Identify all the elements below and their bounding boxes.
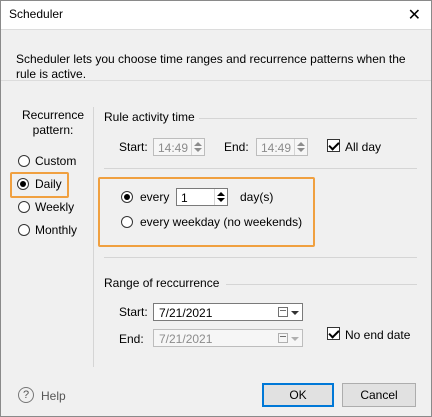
spin-down-icon[interactable]	[217, 198, 225, 202]
radio-every-weekday[interactable]	[121, 216, 133, 228]
rule-activity-divider	[199, 118, 417, 119]
no-end-date-checkbox[interactable]	[327, 327, 340, 340]
radio-monthly-label[interactable]: Monthly	[35, 223, 77, 237]
spin-up-icon[interactable]	[297, 142, 305, 146]
range-start-label: Start:	[119, 305, 148, 319]
rule-start-spinner[interactable]	[191, 139, 204, 155]
spin-down-icon[interactable]	[194, 148, 202, 152]
range-end-value: 7/21/2021	[159, 332, 213, 346]
range-divider	[226, 284, 417, 285]
rule-section-divider	[104, 168, 417, 169]
radio-custom-label[interactable]: Custom	[35, 154, 76, 168]
vertical-divider	[93, 107, 94, 367]
radio-monthly[interactable]	[18, 224, 30, 236]
rule-activity-heading: Rule activity time	[104, 110, 195, 124]
radio-daily[interactable]	[17, 178, 29, 190]
calendar-icon[interactable]	[278, 307, 288, 317]
rule-end-value: 14:49	[261, 141, 292, 155]
range-heading: Range of reccurrence	[104, 276, 220, 290]
rule-end-spinner[interactable]	[294, 139, 307, 155]
every-weekday-label[interactable]: every weekday (no weekends)	[140, 215, 302, 229]
every-days-spinner[interactable]	[214, 189, 227, 205]
calendar-icon[interactable]	[278, 333, 288, 343]
dialog-title: Scheduler	[9, 7, 64, 21]
rule-start-time[interactable]: 14:49	[153, 138, 205, 156]
spin-up-icon[interactable]	[194, 142, 202, 146]
rule-end-time[interactable]: 14:49	[256, 138, 308, 156]
cancel-button[interactable]: Cancel	[342, 383, 416, 407]
close-icon[interactable]: ✕	[408, 5, 421, 25]
every-days-value: 1	[181, 191, 188, 205]
ok-button[interactable]: OK	[262, 383, 334, 407]
daily-section-divider	[104, 257, 417, 258]
spin-up-icon[interactable]	[217, 192, 225, 196]
spin-down-icon[interactable]	[297, 148, 305, 152]
radio-custom[interactable]	[18, 155, 30, 167]
range-end-date[interactable]: 7/21/2021	[153, 329, 303, 347]
all-day-checkbox[interactable]	[327, 139, 340, 152]
chevron-down-icon[interactable]	[291, 311, 299, 315]
chevron-down-icon[interactable]	[291, 337, 299, 341]
rule-end-label: End:	[224, 140, 249, 154]
range-start-date[interactable]: 7/21/2021	[153, 303, 303, 321]
days-unit-label: day(s)	[240, 190, 274, 204]
title-bar: Scheduler ✕	[1, 1, 431, 29]
every-label[interactable]: every	[140, 190, 169, 204]
radio-daily-label[interactable]: Daily	[35, 177, 62, 191]
every-days-input[interactable]: 1	[176, 188, 228, 206]
scheduler-dialog: Scheduler ✕ Scheduler lets you choose ti…	[0, 0, 432, 417]
no-end-date-label[interactable]: No end date	[345, 328, 410, 342]
help-label[interactable]: Help	[41, 389, 66, 403]
radio-every-days[interactable]	[121, 191, 133, 203]
radio-weekly-label[interactable]: Weekly	[35, 200, 74, 214]
recurrence-label: Recurrence pattern:	[21, 108, 85, 137]
range-end-label: End:	[119, 332, 144, 346]
description-text: Scheduler lets you choose time ranges an…	[16, 52, 406, 81]
all-day-label[interactable]: All day	[345, 140, 381, 154]
radio-weekly[interactable]	[18, 201, 30, 213]
help-icon[interactable]: ?	[18, 387, 34, 403]
range-start-value: 7/21/2021	[159, 306, 213, 320]
rule-start-value: 14:49	[158, 141, 189, 155]
rule-start-label: Start:	[119, 140, 148, 154]
